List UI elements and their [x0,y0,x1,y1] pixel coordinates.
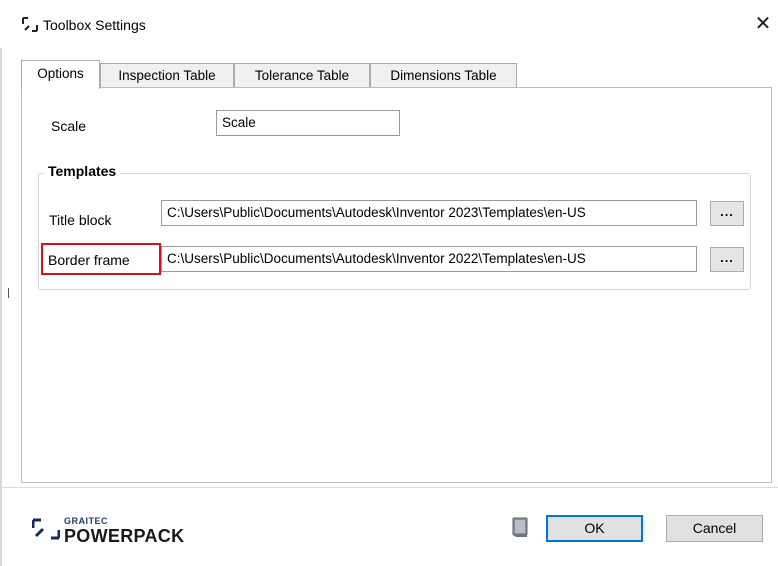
templates-legend: Templates [44,163,121,179]
title-block-path-input[interactable]: C:\Users\Public\Documents\Autodesk\Inven… [161,200,697,226]
powerpack-logo-mark [32,518,60,540]
border-frame-label: Border frame [48,252,130,268]
logo-powerpack-text: POWERPACK [64,526,185,546]
book-help-icon[interactable] [510,516,530,538]
footer-separator [0,487,778,488]
tab-dimensions-table[interactable]: Dimensions Table [370,63,517,88]
tab-options[interactable]: Options [21,60,100,89]
close-button[interactable]: ✕ [752,12,774,36]
cancel-button[interactable]: Cancel [666,515,763,542]
graitec-app-icon [22,17,38,32]
border-frame-path-input[interactable]: C:\Users\Public\Documents\Autodesk\Inven… [161,246,697,272]
scale-input[interactable]: Scale [216,110,400,136]
title-bar: Toolbox Settings ✕ [0,0,778,48]
options-panel: Scale Scale Templates Title block C:\Use… [21,87,772,483]
title-block-browse-button[interactable]: ... [710,201,744,226]
title-block-label: Title block [49,212,112,228]
tab-inspection-table[interactable]: Inspection Table [100,63,234,88]
ok-button[interactable]: OK [546,515,643,542]
window-title: Toolbox Settings [43,17,146,33]
scale-label: Scale [51,118,87,134]
tab-tolerance-table[interactable]: Tolerance Table [234,63,370,88]
window-left-edge [0,0,2,566]
logo-graitec-text: GRAITEC [64,516,108,526]
graitec-powerpack-logo: GRAITEC POWERPACK [32,515,202,549]
border-frame-browse-button[interactable]: ... [710,247,744,272]
left-edge-tick [8,288,9,298]
